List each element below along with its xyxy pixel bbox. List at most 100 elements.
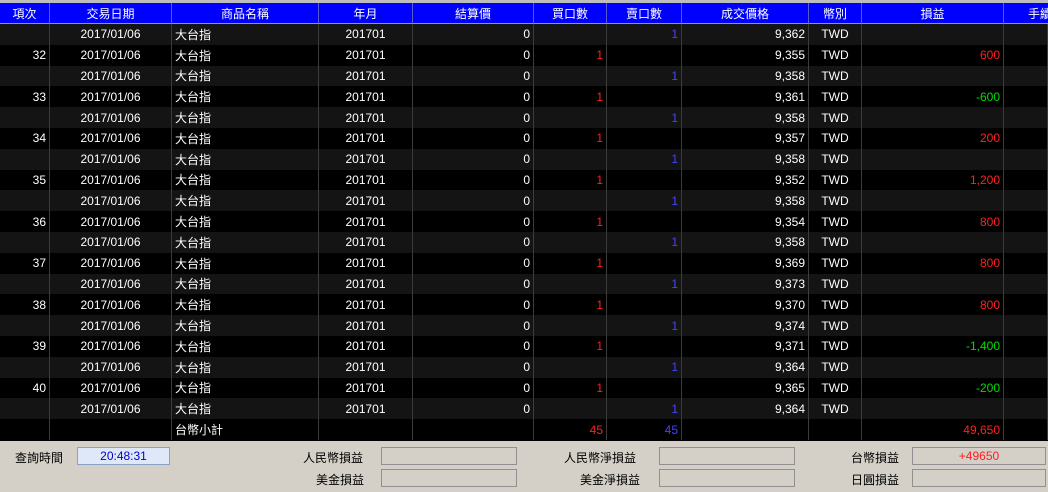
cell-buy-qty: 1: [534, 377, 607, 399]
table-row[interactable]: 2017/01/06 大台指 201701 0 1 9,364 TWD: [0, 398, 1048, 420]
cell-product: 大台指: [172, 86, 319, 108]
cell-index: 40: [0, 377, 50, 399]
cell-fee: [1004, 336, 1048, 357]
cell-currency: TWD: [809, 273, 862, 295]
cell-index: [0, 419, 50, 440]
cell-date: 2017/01/06: [50, 44, 172, 66]
col-header-product[interactable]: 商品名稱: [172, 3, 319, 24]
table-row[interactable]: 2017/01/06 大台指 201701 0 1 9,362 TWD: [0, 24, 1048, 45]
cell-pnl: [862, 232, 1004, 253]
table-row[interactable]: 2017/01/06 大台指 201701 0 1 9,358 TWD: [0, 232, 1048, 253]
cell-currency: TWD: [809, 107, 862, 128]
cell-sell-qty: 1: [607, 232, 682, 253]
table-row[interactable]: 2017/01/06 大台指 201701 0 1 9,358 TWD: [0, 190, 1048, 212]
subtotal-label: 台幣小計: [172, 419, 319, 440]
col-header-date[interactable]: 交易日期: [50, 3, 172, 24]
cell-sell-qty: 1: [607, 356, 682, 378]
cell-buy-qty: 1: [534, 252, 607, 274]
cell-fee: [1004, 190, 1048, 212]
cell-buy-qty: [534, 315, 607, 336]
cell-yearmonth: 201701: [319, 377, 413, 399]
cell-yearmonth: 201701: [319, 356, 413, 378]
cell-product: 大台指: [172, 128, 319, 149]
col-header-currency[interactable]: 幣別: [809, 3, 862, 24]
table-row[interactable]: 37 2017/01/06 大台指 201701 0 1 9,369 TWD 800: [0, 252, 1048, 274]
table-row[interactable]: 2017/01/06 大台指 201701 0 1 9,358 TWD: [0, 148, 1048, 170]
usd-pnl-field: [381, 469, 517, 487]
cell-settle: 0: [413, 107, 534, 128]
col-header-pnl[interactable]: 損益: [862, 3, 1004, 24]
cell-currency: TWD: [809, 44, 862, 66]
cell-index: [0, 315, 50, 336]
table-row[interactable]: 35 2017/01/06 大台指 201701 0 1 9,352 TWD 1,200: [0, 169, 1048, 191]
cell-pnl: 1,200: [862, 169, 1004, 191]
cell-price: 9,370: [682, 294, 809, 316]
cell-product: 大台指: [172, 211, 319, 232]
table-row[interactable]: 32 2017/01/06 大台指 201701 0 1 9,355 TWD 600: [0, 44, 1048, 66]
table-row[interactable]: 38 2017/01/06 大台指 201701 0 1 9,370 TWD 800: [0, 294, 1048, 316]
cell-price: 9,358: [682, 190, 809, 212]
cell-pnl: [862, 398, 1004, 420]
cell-yearmonth: 201701: [319, 24, 413, 45]
table-row[interactable]: 2017/01/06 大台指 201701 0 1 9,374 TWD: [0, 315, 1048, 336]
cell-currency: TWD: [809, 211, 862, 232]
subtotal-row[interactable]: 台幣小計 45 45 49,650: [0, 419, 1048, 440]
table-row[interactable]: 2017/01/06 大台指 201701 0 1 9,373 TWD: [0, 273, 1048, 295]
col-header-fee[interactable]: 手續費: [1004, 3, 1048, 24]
table-row[interactable]: 2017/01/06 大台指 201701 0 1 9,364 TWD: [0, 356, 1048, 378]
cell-yearmonth: 201701: [319, 65, 413, 87]
cell-sell-qty: [607, 44, 682, 66]
cell-index: [0, 232, 50, 253]
cell-pnl: [862, 148, 1004, 170]
col-header-index[interactable]: 項次: [0, 3, 50, 24]
cell-currency: TWD: [809, 190, 862, 212]
cell-settle: 0: [413, 294, 534, 316]
cell-yearmonth: 201701: [319, 211, 413, 232]
cell-buy-qty: [534, 398, 607, 420]
cell-price: 9,369: [682, 252, 809, 274]
cell-fee: [1004, 398, 1048, 420]
cell-price: 9,358: [682, 232, 809, 253]
col-header-yearmonth[interactable]: 年月: [319, 3, 413, 24]
col-header-buy-qty[interactable]: 買口數: [534, 3, 607, 24]
col-header-sell-qty[interactable]: 賣口數: [607, 3, 682, 24]
table-row[interactable]: 2017/01/06 大台指 201701 0 1 9,358 TWD: [0, 107, 1048, 128]
twd-pnl-label: 台幣損益: [851, 451, 900, 465]
cell-index: [0, 65, 50, 87]
table-row[interactable]: 34 2017/01/06 大台指 201701 0 1 9,357 TWD 200: [0, 128, 1048, 149]
table-row[interactable]: 2017/01/06 大台指 201701 0 1 9,358 TWD: [0, 65, 1048, 87]
cell-fee: [1004, 148, 1048, 170]
cell-sell-qty: 1: [607, 24, 682, 45]
cell-fee: [1004, 211, 1048, 232]
cell-yearmonth: 201701: [319, 232, 413, 253]
cell-price: 9,371: [682, 336, 809, 357]
rmb-pnl-label: 人民幣損益: [303, 451, 364, 465]
table-row[interactable]: 36 2017/01/06 大台指 201701 0 1 9,354 TWD 800: [0, 211, 1048, 232]
table-row[interactable]: 33 2017/01/06 大台指 201701 0 1 9,361 TWD -600: [0, 86, 1048, 108]
cell-settle: 0: [413, 86, 534, 108]
cell-sell-qty: [607, 336, 682, 357]
cell-currency: TWD: [809, 294, 862, 316]
cell-fee: [1004, 232, 1048, 253]
cell-settle: 0: [413, 336, 534, 357]
cell-date: 2017/01/06: [50, 65, 172, 87]
cell-pnl: -1,400: [862, 336, 1004, 357]
cell-settle: 0: [413, 24, 534, 45]
col-header-price[interactable]: 成交價格: [682, 3, 809, 24]
cell-index: 32: [0, 44, 50, 66]
table-row[interactable]: 39 2017/01/06 大台指 201701 0 1 9,371 TWD -1,400: [0, 336, 1048, 357]
cell-price: 9,373: [682, 273, 809, 295]
cell-currency: TWD: [809, 377, 862, 399]
table-row[interactable]: 40 2017/01/06 大台指 201701 0 1 9,365 TWD -200: [0, 377, 1048, 399]
cell-currency: [809, 419, 862, 440]
trade-grid[interactable]: 項次 交易日期 商品名稱 年月 結算價 買口數 賣口數 成交價格 幣別 損益 手…: [0, 0, 1048, 441]
cell-fee: [1004, 419, 1048, 440]
cell-yearmonth: 201701: [319, 294, 413, 316]
cell-fee: [1004, 169, 1048, 191]
col-header-settle[interactable]: 結算價: [413, 3, 534, 24]
cell-buy-qty: [534, 107, 607, 128]
cell-pnl: 800: [862, 211, 1004, 232]
cell-settle: [413, 419, 534, 440]
cell-pnl: -200: [862, 377, 1004, 399]
cell-settle: 0: [413, 65, 534, 87]
